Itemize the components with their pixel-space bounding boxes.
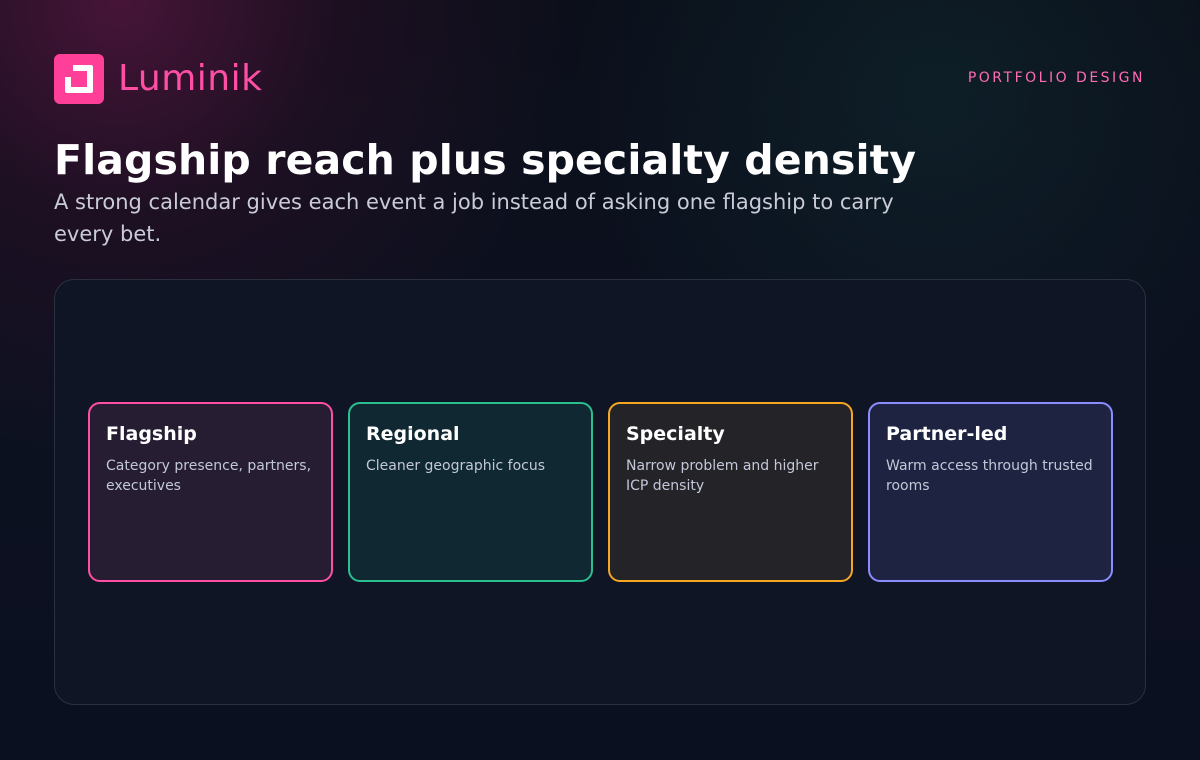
card-regional: Regional Cleaner geographic focus [348, 402, 593, 582]
card-partner-led: Partner-led Warm access through trusted … [868, 402, 1113, 582]
card-title: Partner-led [886, 423, 1008, 445]
section-kicker: PORTFOLIO DESIGN [967, 70, 1145, 86]
card-description: Warm access through trusted rooms [886, 458, 1093, 494]
logo-icon [54, 54, 104, 104]
card-description: Cleaner geographic focus [366, 458, 545, 474]
event-type-cards: Flagship Category presence, partners, ex… [88, 402, 1113, 582]
card-description: Narrow problem and higher ICP density [626, 458, 819, 494]
card-title: Regional [366, 423, 460, 445]
card-title: Flagship [106, 423, 197, 445]
card-title: Specialty [626, 423, 725, 445]
page-title: Flagship reach plus specialty density [54, 136, 917, 184]
page-subtitle: A strong calendar gives each event a job… [54, 190, 894, 246]
brand-name: Luminik [118, 58, 263, 99]
card-specialty: Specialty Narrow problem and higher ICP … [608, 402, 853, 582]
content-panel: Flagship Category presence, partners, ex… [54, 279, 1146, 705]
brand: Luminik [54, 54, 262, 104]
card-flagship: Flagship Category presence, partners, ex… [88, 402, 333, 582]
card-description: Category presence, partners, executives [106, 458, 312, 494]
